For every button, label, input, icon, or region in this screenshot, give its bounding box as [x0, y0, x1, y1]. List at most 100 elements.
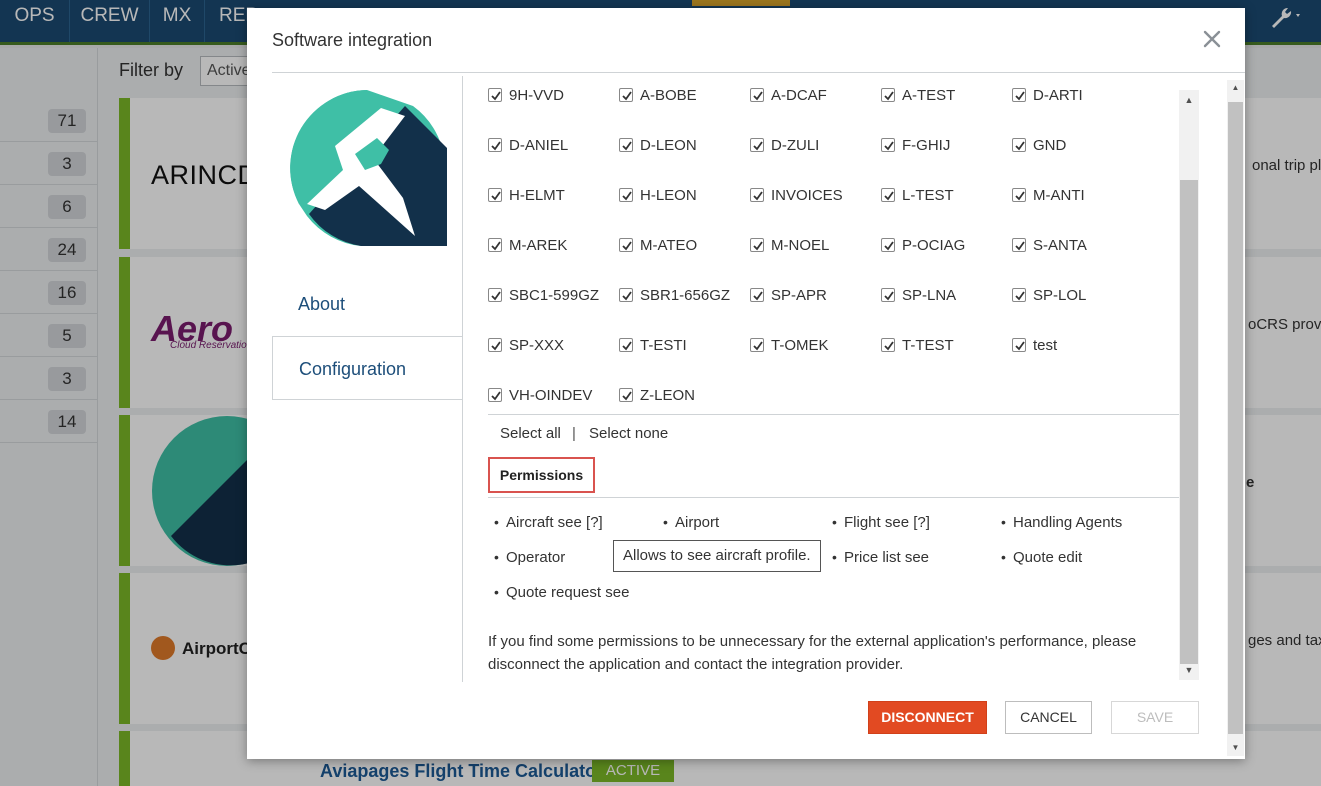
aircraft-label: A-DCAF — [771, 87, 827, 104]
aircraft-label: M-NOEL — [771, 237, 830, 254]
permission-item: • Quote request see — [494, 584, 630, 601]
checkbox-checked-icon[interactable] — [488, 338, 502, 352]
aircraft-label: M-ANTI — [1033, 187, 1085, 204]
aircraft-label: test — [1033, 337, 1058, 354]
checkbox-checked-icon[interactable] — [619, 238, 633, 252]
aircraft-label: T-ESTI — [640, 337, 687, 354]
scroll-down-icon[interactable]: ▼ — [1179, 662, 1199, 678]
permission-label: Price list see — [844, 549, 930, 566]
permissions-divider — [488, 497, 1179, 498]
checkbox-checked-icon[interactable] — [619, 188, 633, 202]
integration-logo — [285, 86, 449, 250]
aircraft-label: P-OCIAG — [902, 237, 966, 254]
permissions-tab[interactable]: Permissions — [488, 457, 595, 493]
aircraft-label: T-OMEK — [771, 337, 829, 354]
dialog-scrollbar[interactable]: ▲ ▼ — [1227, 80, 1244, 756]
checkbox-checked-icon[interactable] — [881, 238, 895, 252]
tab-configuration[interactable]: Configuration — [272, 336, 463, 400]
checkbox-checked-icon[interactable] — [1012, 338, 1026, 352]
config-scrollbar[interactable]: ▲ ▼ — [1179, 90, 1199, 680]
aircraft-label: VH-OINDEV — [509, 387, 593, 404]
permission-item: • Quote edit — [1001, 549, 1083, 566]
aircraft-label: A-BOBE — [640, 87, 697, 104]
checkbox-checked-icon[interactable] — [619, 138, 633, 152]
aircraft-label: GND — [1033, 137, 1067, 154]
checkbox-checked-icon[interactable] — [881, 288, 895, 302]
checkbox-checked-icon[interactable] — [619, 388, 633, 402]
checkbox-checked-icon[interactable] — [750, 138, 764, 152]
permission-label: Quote request see — [506, 584, 630, 601]
aircraft-label: M-ATEO — [640, 237, 698, 254]
aircraft-label: H-ELMT — [509, 187, 565, 204]
checkbox-checked-icon[interactable] — [750, 88, 764, 102]
checkbox-checked-icon[interactable] — [619, 288, 633, 302]
scroll-down-icon[interactable]: ▼ — [1227, 740, 1244, 756]
scrollbar-thumb[interactable] — [1228, 102, 1243, 734]
aircraft-label: SP-APR — [771, 287, 827, 304]
aircraft-label: Z-LEON — [640, 387, 696, 404]
checkbox-checked-icon[interactable] — [881, 338, 895, 352]
checkbox-checked-icon[interactable] — [619, 338, 633, 352]
permission-item: • Flight see [?] — [832, 514, 930, 531]
aircraft-label: D-ZULI — [771, 137, 820, 154]
selection-separator: | — [572, 425, 576, 442]
checkbox-checked-icon[interactable] — [750, 288, 764, 302]
aircraft-label: SBR1-656GZ — [640, 287, 731, 304]
checkbox-checked-icon[interactable] — [750, 188, 764, 202]
select-all-link[interactable]: Select all — [500, 425, 561, 442]
save-button[interactable]: SAVE — [1111, 701, 1199, 734]
permission-item: • Operator — [494, 549, 566, 566]
permission-item: • Airport — [663, 514, 720, 531]
scroll-up-icon[interactable]: ▲ — [1227, 80, 1244, 96]
checkbox-checked-icon[interactable] — [488, 238, 502, 252]
checkbox-checked-icon[interactable] — [881, 188, 895, 202]
checkbox-checked-icon[interactable] — [881, 88, 895, 102]
checkbox-checked-icon[interactable] — [1012, 88, 1026, 102]
aircraft-label: INVOICES — [771, 187, 843, 204]
checkbox-checked-icon[interactable] — [488, 88, 502, 102]
permission-item: • Price list see — [832, 549, 930, 566]
aircraft-label: SP-LNA — [902, 287, 957, 304]
aircraft-label: T-TEST — [902, 337, 954, 354]
checkbox-checked-icon[interactable] — [488, 288, 502, 302]
tab-about[interactable]: About — [272, 272, 463, 336]
permissions-notice: If you find some permissions to be unnec… — [488, 633, 1137, 673]
permission-item: • Aircraft see [?] — [494, 514, 603, 531]
checkbox-checked-icon[interactable] — [750, 238, 764, 252]
cancel-button[interactable]: CANCEL — [1005, 701, 1092, 734]
permission-label: Handling Agents — [1013, 514, 1123, 531]
aircraft-label: M-AREK — [509, 237, 568, 254]
aircraft-label: SP-LOL — [1033, 287, 1087, 304]
title-divider — [272, 72, 1245, 73]
aircraft-label: SP-XXX — [509, 337, 565, 354]
checkbox-checked-icon[interactable] — [881, 138, 895, 152]
select-none-link[interactable]: Select none — [589, 425, 668, 442]
configuration-panel: 9H-VVD A-BOBE A-DCAF A-TEST D-ARTI D-ANIEL D-L… — [463, 76, 1199, 682]
permission-tooltip: Allows to see aircraft profile. — [613, 540, 821, 572]
checkbox-checked-icon[interactable] — [488, 188, 502, 202]
aircraft-label: F-GHIJ — [902, 137, 951, 154]
permission-label[interactable]: Flight see [?] — [844, 514, 930, 531]
checkbox-checked-icon[interactable] — [1012, 288, 1026, 302]
checkbox-checked-icon[interactable] — [488, 138, 502, 152]
scroll-up-icon[interactable]: ▲ — [1179, 92, 1199, 108]
permission-label[interactable]: Aircraft see [?] — [506, 514, 603, 531]
checkbox-checked-icon[interactable] — [619, 88, 633, 102]
checkbox-checked-icon[interactable] — [1012, 138, 1026, 152]
aircraft-label: H-LEON — [640, 187, 697, 204]
checkbox-checked-icon[interactable] — [750, 338, 764, 352]
aircraft-label: L-TEST — [902, 187, 954, 204]
aircraft-label: D-ANIEL — [509, 137, 569, 154]
disconnect-button[interactable]: DISCONNECT — [868, 701, 987, 734]
aircraft-label: A-TEST — [902, 87, 956, 104]
checkbox-checked-icon[interactable] — [488, 388, 502, 402]
close-icon[interactable] — [1203, 26, 1221, 52]
aircraft-label: D-ARTI — [1033, 87, 1083, 104]
checkbox-checked-icon[interactable] — [1012, 188, 1026, 202]
selection-divider — [488, 414, 1179, 415]
scrollbar-thumb[interactable] — [1180, 180, 1198, 664]
permission-item: • Handling Agents — [1001, 514, 1123, 531]
permission-label: Quote edit — [1013, 549, 1083, 566]
permission-label: Operator — [506, 549, 566, 566]
checkbox-checked-icon[interactable] — [1012, 238, 1026, 252]
